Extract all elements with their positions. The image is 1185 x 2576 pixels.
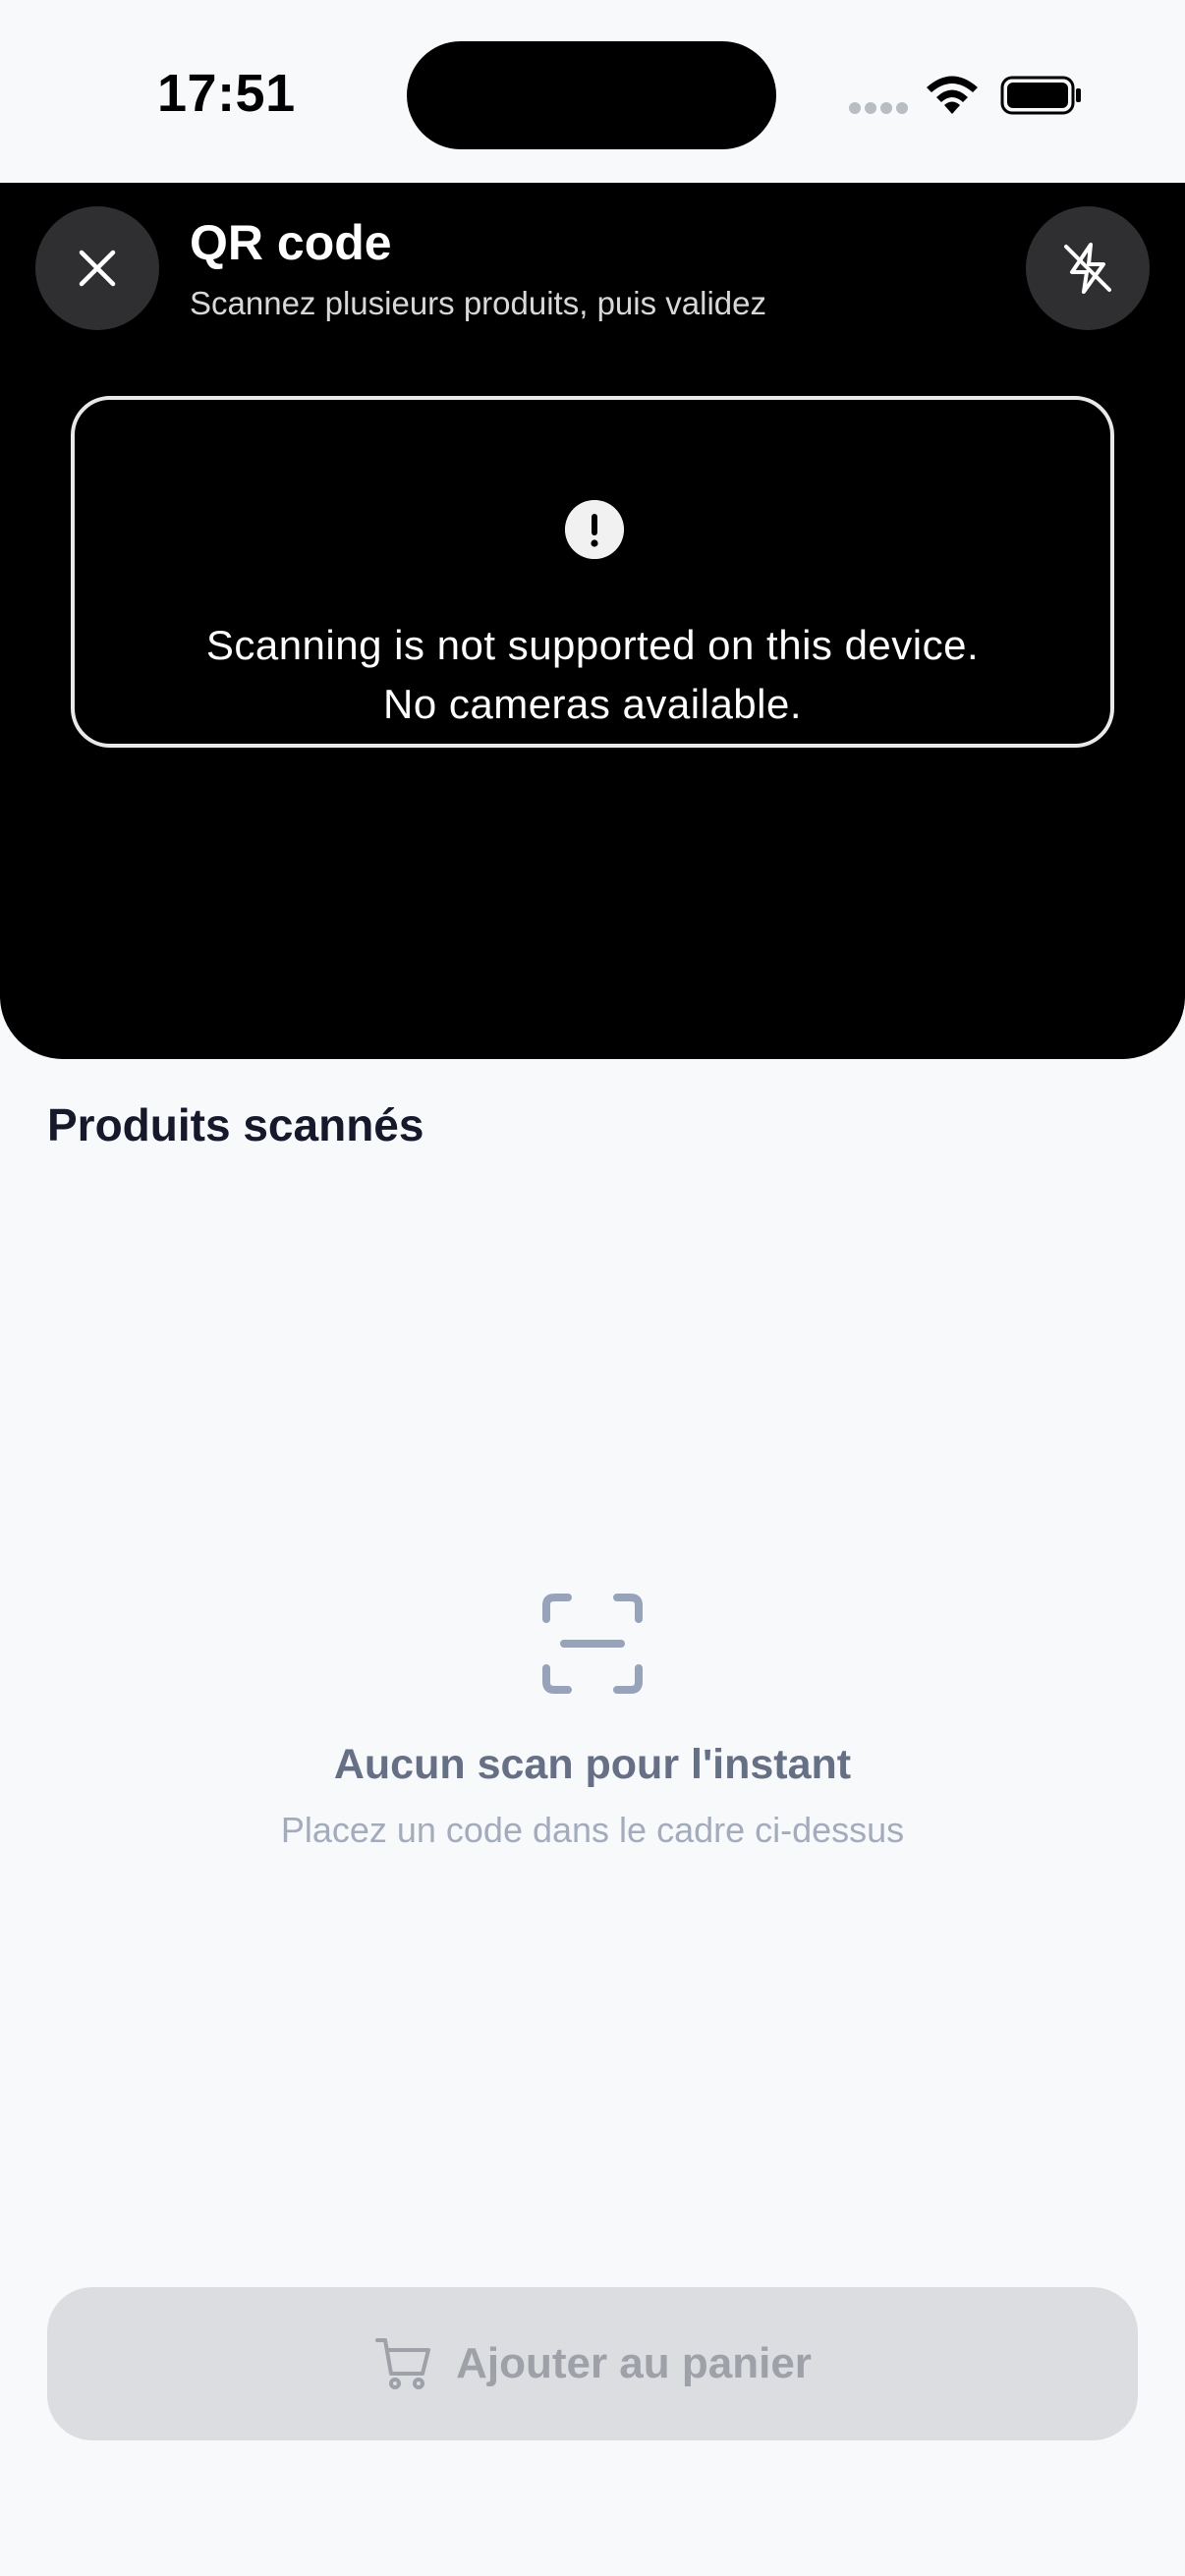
- empty-state-title: Aucun scan pour l'instant: [333, 1741, 852, 1788]
- status-bar: 17:51: [0, 0, 1185, 183]
- flash-off-icon: [1064, 243, 1111, 294]
- status-time: 17:51: [157, 64, 296, 123]
- add-to-cart-label: Ajouter au panier: [456, 2339, 812, 2387]
- error-message-line-1: Scanning is not supported on this device…: [205, 622, 980, 668]
- signal-icon: [849, 102, 908, 116]
- exclamation-icon: [565, 500, 624, 559]
- cart-icon: [375, 2338, 431, 2389]
- scan-screen: 17:51 QR code Scannez plusieurs produits…: [0, 0, 1185, 2576]
- battery-icon: [1000, 76, 1081, 115]
- add-to-cart-button[interactable]: Ajouter au panier: [47, 2287, 1138, 2440]
- scanner-title: QR code: [190, 215, 392, 270]
- empty-state-subtitle: Placez un code dans le cadre ci-dessus: [280, 1810, 905, 1850]
- scanner-subtitle: Scannez plusieurs produits, puis validez: [190, 285, 766, 321]
- scan-frame-icon: [542, 1594, 643, 1694]
- scanned-products-heading: Produits scannés: [47, 1099, 424, 1150]
- camera-viewfinder: QR code Scannez plusieurs produits, puis…: [0, 183, 1185, 1059]
- flash-toggle-button[interactable]: [1026, 206, 1150, 330]
- close-icon: [79, 250, 116, 287]
- wifi-icon: [927, 76, 978, 114]
- dynamic-island: [407, 41, 776, 149]
- error-message-line-2: No cameras available.: [382, 681, 803, 727]
- close-button[interactable]: [35, 206, 159, 330]
- scan-frame: Scanning is not supported on this device…: [71, 396, 1114, 748]
